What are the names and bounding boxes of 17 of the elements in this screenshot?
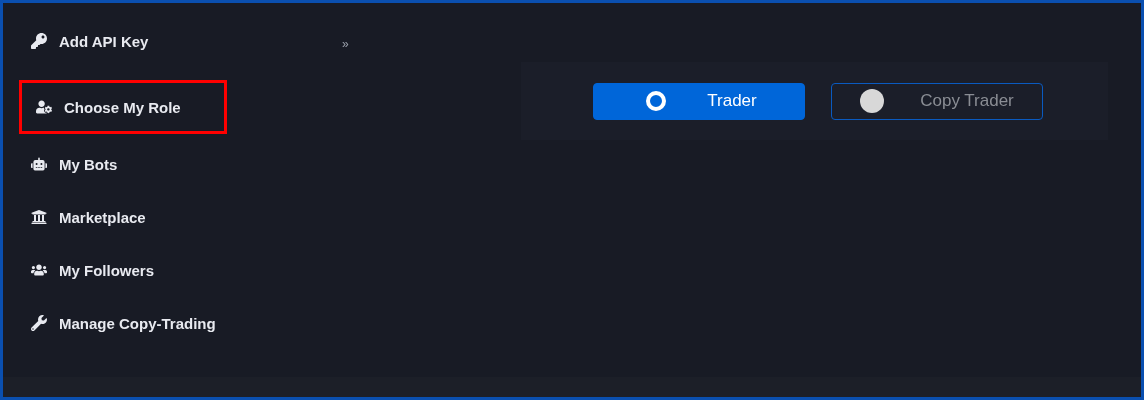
role-option[interactable]: Copy Trader [831, 82, 1043, 120]
collapse-toggle[interactable]: » [342, 37, 349, 51]
radio-icon [860, 89, 885, 113]
sidebar-item[interactable]: My Bots [19, 144, 130, 184]
radio-icon [646, 91, 667, 111]
sidebar-item[interactable]: Marketplace [19, 197, 158, 237]
role-option[interactable]: Trader [593, 82, 805, 120]
sidebar-item[interactable]: Manage Copy-Trading [19, 303, 228, 343]
user-gear-icon [36, 99, 52, 115]
key-icon [31, 33, 47, 49]
users-icon [31, 262, 47, 278]
wrench-icon [31, 315, 47, 331]
sidebar-item[interactable]: Add API Key [19, 21, 161, 61]
sidebar-item[interactable]: My Followers [19, 250, 167, 290]
robot-icon [31, 156, 47, 172]
sidebar-item[interactable]: Choose My Role [19, 80, 227, 134]
bank-icon [31, 209, 47, 225]
